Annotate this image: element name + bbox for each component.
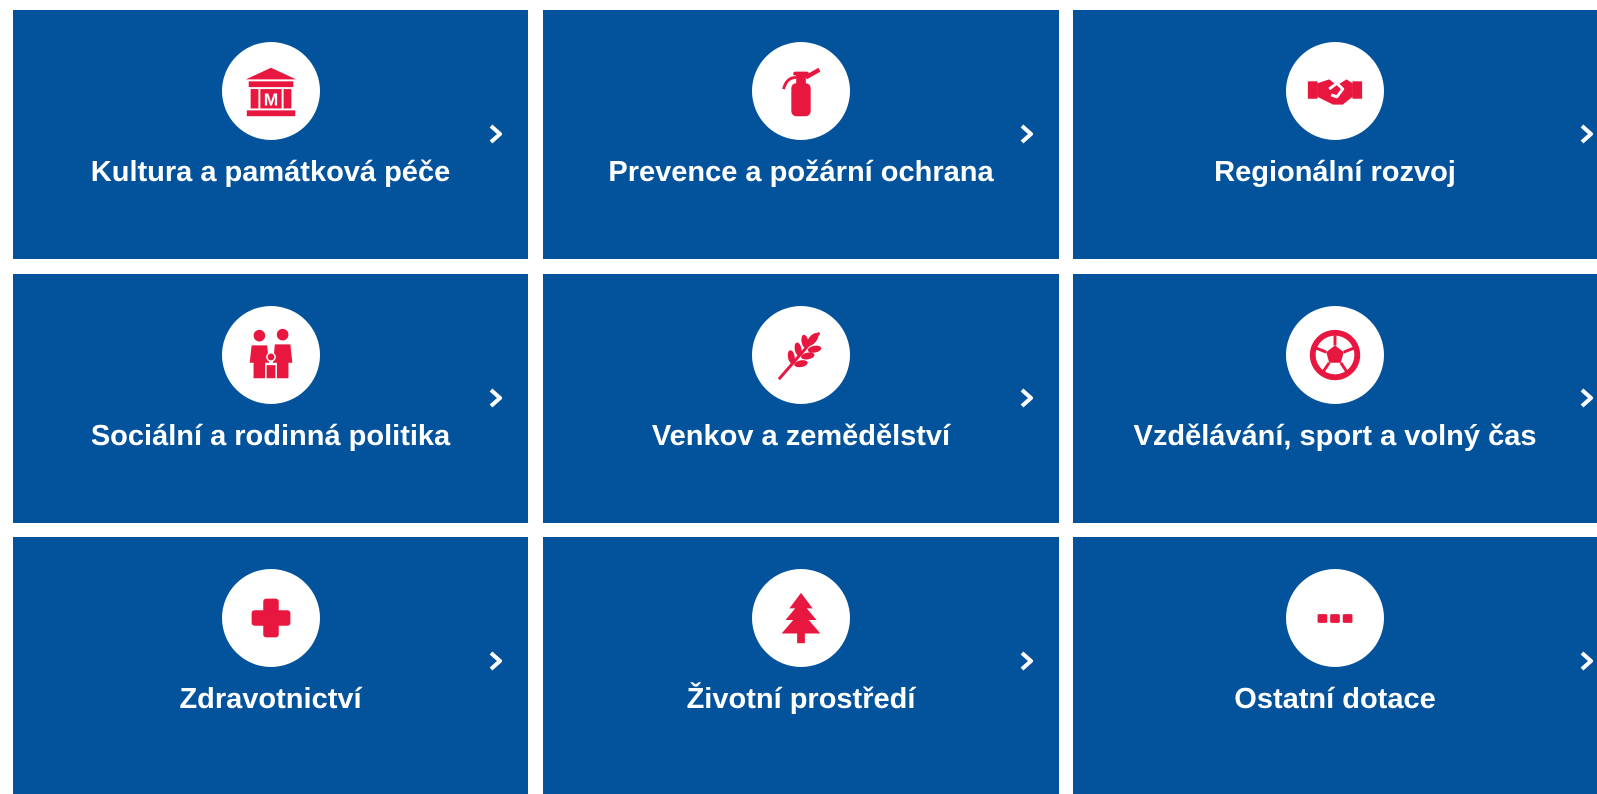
tile-other-grants[interactable]: Ostatní dotace — [1073, 537, 1597, 794]
tile-education-sport[interactable]: Vzdělávání, sport a volný čas — [1073, 274, 1597, 523]
chevron-right-icon — [1577, 649, 1597, 673]
tile-fire-prevention[interactable]: Prevence a požární ochrana — [543, 10, 1059, 259]
museum-icon: M — [221, 42, 320, 140]
category-grid: M Kultura a památková péče Prevence a po… — [0, 0, 1597, 794]
tile-label: Regionální rozvoj — [1214, 156, 1456, 188]
more-dots-icon — [1286, 569, 1384, 667]
tile-culture[interactable]: M Kultura a památková péče — [13, 10, 528, 259]
tile-environment[interactable]: Životní prostředí — [543, 537, 1059, 794]
soccer-ball-icon — [1286, 306, 1384, 404]
tile-agriculture[interactable]: Venkov a zemědělství — [543, 274, 1059, 523]
tile-label: Ostatní dotace — [1234, 683, 1436, 715]
chevron-right-icon — [1017, 386, 1037, 410]
chevron-right-icon — [1017, 649, 1037, 673]
tile-label: Kultura a památková péče — [90, 156, 451, 188]
tile-label: Vzdělávání, sport a volný čas — [1133, 420, 1537, 452]
chevron-right-icon — [1017, 122, 1037, 146]
tile-label: Prevence a požární ochrana — [608, 156, 994, 188]
tile-label: Zdravotnictví — [179, 683, 362, 715]
tile-healthcare[interactable]: Zdravotnictví — [13, 537, 528, 794]
handshake-icon — [1286, 42, 1384, 140]
medical-cross-icon — [221, 569, 320, 667]
tile-label: Životní prostředí — [686, 683, 916, 715]
tile-label: Sociální a rodinná politika — [90, 420, 451, 452]
tree-icon — [752, 569, 850, 667]
wheat-icon — [752, 306, 850, 404]
svg-text:M: M — [263, 90, 278, 110]
chevron-right-icon — [486, 386, 506, 410]
fire-extinguisher-icon — [752, 42, 850, 140]
tile-label: Venkov a zemědělství — [651, 420, 951, 452]
chevron-right-icon — [1577, 122, 1597, 146]
chevron-right-icon — [486, 122, 506, 146]
tile-regional-development[interactable]: Regionální rozvoj — [1073, 10, 1597, 259]
tile-social-family[interactable]: Sociální a rodinná politika — [13, 274, 528, 523]
chevron-right-icon — [1577, 386, 1597, 410]
chevron-right-icon — [486, 649, 506, 673]
family-icon — [221, 306, 320, 404]
